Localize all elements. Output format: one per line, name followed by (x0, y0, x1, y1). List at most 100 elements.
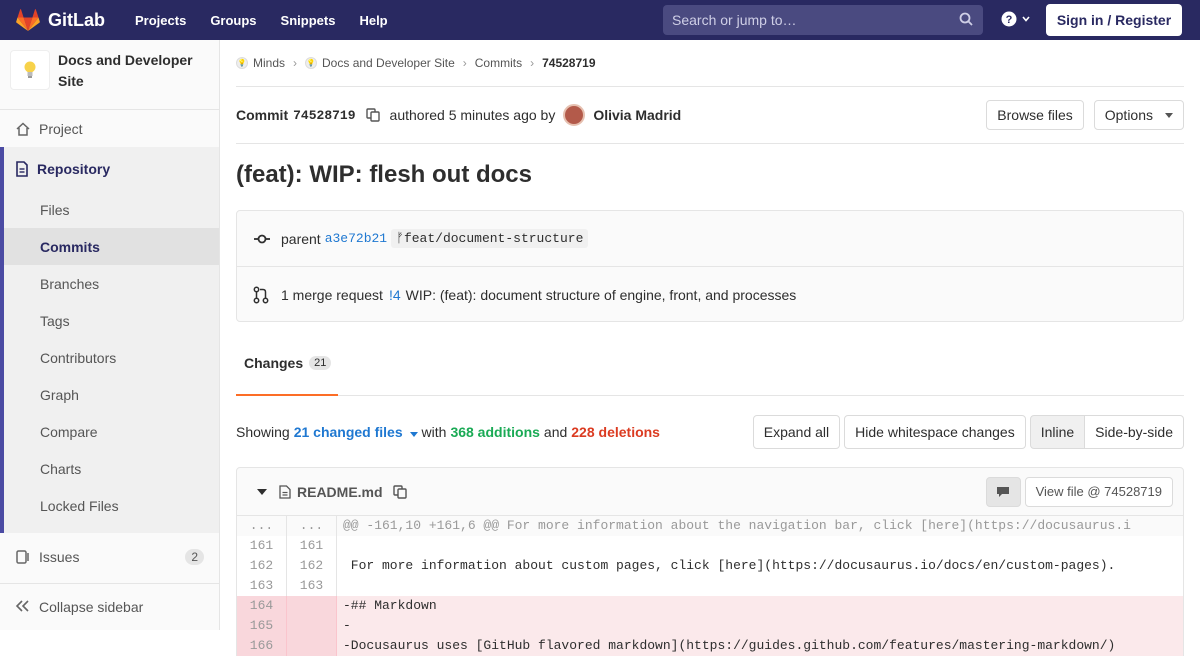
new-line-number[interactable]: ... (287, 516, 337, 536)
breadcrumb-group[interactable]: Minds (253, 56, 285, 70)
diff-line: 161 161 (237, 536, 1183, 556)
view-file-button[interactable]: View file @ 74528719 (1024, 476, 1173, 507)
collapse-sidebar-button[interactable]: Collapse sidebar (0, 583, 219, 630)
branch-label[interactable]: ᚠfeat/document-structure (391, 229, 589, 248)
with-label: with (421, 423, 447, 440)
new-line-number[interactable]: 162 (287, 556, 337, 576)
branch-name: feat/document-structure (403, 231, 584, 246)
new-line-number[interactable] (287, 636, 337, 656)
copy-path-icon[interactable] (392, 484, 407, 499)
main-content: 💡 Minds › 💡 Docs and Developer Site › Co… (236, 40, 1184, 656)
sidebar-item-label: Issues (39, 548, 80, 565)
old-line-number[interactable]: 164 (237, 596, 287, 616)
deletions-count: 228 deletions (571, 423, 660, 440)
author-avatar[interactable] (563, 104, 586, 126)
additions-count: 368 additions (450, 423, 540, 440)
sidebar-item-branches[interactable]: Branches (4, 265, 219, 302)
diff-line: 162 162 For more information about custom… (237, 556, 1183, 576)
inline-view-button[interactable]: Inline (1029, 414, 1086, 449)
commit-label: Commit (236, 107, 289, 123)
copy-icon[interactable] (365, 108, 380, 122)
parent-label: parent (281, 230, 321, 247)
old-line-number[interactable]: 165 (237, 616, 287, 636)
collapse-caret-icon[interactable] (257, 488, 267, 495)
new-line-number[interactable] (287, 596, 337, 616)
merge-request-link[interactable]: !4 (389, 287, 401, 303)
expand-all-button[interactable]: Expand all (752, 414, 841, 449)
project-avatar (10, 50, 50, 90)
diff-line: 165 - (237, 616, 1183, 636)
sidebar-item-label: Project (39, 120, 83, 137)
commit-info-box: parent a3e72b21 ᚠfeat/document-structure… (236, 210, 1184, 322)
diff-line-content: -## Markdown (337, 596, 1183, 616)
old-line-number[interactable]: 166 (237, 636, 287, 656)
search-placeholder: Search or jump to… (672, 12, 797, 28)
diff-line-content (337, 576, 1183, 596)
sidebar-item-compare[interactable]: Compare (4, 413, 219, 450)
merge-request-row: 1 merge request !4 WIP: (feat): document… (237, 267, 1183, 323)
merge-request-count: 1 merge request (281, 287, 383, 303)
changed-files-label: 21 changed files (293, 423, 403, 440)
search-input[interactable]: Search or jump to… (663, 5, 983, 35)
sidebar-repository-section: Repository Files Commits Branches Tags C… (0, 147, 219, 533)
new-line-number[interactable]: 161 (287, 536, 337, 556)
caret-down-icon (409, 431, 418, 437)
options-dropdown[interactable]: Options (1093, 100, 1184, 130)
gitlab-logo[interactable]: GitLab (16, 9, 105, 31)
file-name[interactable]: README.md (297, 484, 383, 500)
side-by-side-button[interactable]: Side-by-side (1085, 414, 1184, 449)
commit-parent-row: parent a3e72b21 ᚠfeat/document-structure (237, 211, 1183, 267)
breadcrumb: 💡 Minds › 💡 Docs and Developer Site › Co… (236, 40, 1184, 87)
breadcrumb-separator: › (462, 56, 467, 70)
breadcrumb-separator: › (293, 56, 298, 70)
sidebar-project-header[interactable]: Docs and Developer Site (0, 40, 219, 110)
hide-whitespace-button[interactable]: Hide whitespace changes (844, 414, 1026, 449)
browse-files-button[interactable]: Browse files (986, 100, 1084, 130)
tab-label: Changes (244, 355, 304, 371)
project-name: Docs and Developer Site (58, 50, 193, 92)
project-name-line2: Site (58, 73, 84, 89)
commit-header: Commit 74528719 authored 5 minutes ago b… (236, 87, 1184, 144)
comment-icon (997, 486, 1010, 497)
nav-groups[interactable]: Groups (210, 13, 256, 28)
options-label: Options (1104, 107, 1153, 123)
nav-projects[interactable]: Projects (135, 13, 186, 28)
sidebar-item-issues[interactable]: Issues 2 (0, 538, 219, 575)
old-line-number[interactable]: 163 (237, 576, 287, 596)
project-avatar-small: 💡 (305, 57, 318, 69)
breadcrumb-separator: › (530, 56, 535, 70)
branch-icon: ᚠ (396, 231, 404, 246)
new-line-number[interactable] (287, 616, 337, 636)
sidebar-item-charts[interactable]: Charts (4, 450, 219, 487)
breadcrumb-current[interactable]: 74528719 (542, 56, 595, 70)
help-dropdown[interactable]: ? (1001, 11, 1031, 27)
sidebar-item-files[interactable]: Files (4, 191, 219, 228)
old-line-number[interactable]: 161 (237, 536, 287, 556)
new-line-number[interactable]: 163 (287, 576, 337, 596)
sidebar-item-contributors[interactable]: Contributors (4, 339, 219, 376)
author-name[interactable]: Olivia Madrid (593, 107, 681, 123)
comments-toggle-button[interactable] (985, 476, 1021, 507)
breadcrumb-commits[interactable]: Commits (475, 56, 522, 70)
old-line-number[interactable]: ... (237, 516, 287, 536)
commit-sha: 74528719 (293, 107, 356, 123)
old-line-number[interactable]: 162 (237, 556, 287, 576)
changed-files-dropdown[interactable]: 21 changed files (294, 424, 418, 440)
nav-help[interactable]: Help (359, 13, 387, 28)
sidebar-item-tags[interactable]: Tags (4, 302, 219, 339)
sidebar-item-commits[interactable]: Commits (4, 228, 219, 265)
sidebar-item-locked-files[interactable]: Locked Files (4, 487, 219, 524)
nav-snippets[interactable]: Snippets (281, 13, 336, 28)
double-chevron-left-icon (15, 599, 29, 615)
diff-line-content: -Docusaurus uses [GitHub flavored markdo… (337, 636, 1183, 656)
sidebar-item-repository[interactable]: Repository (4, 147, 219, 191)
caret-down-icon (1165, 112, 1173, 118)
sidebar-item-project[interactable]: Project (0, 110, 219, 147)
parent-sha-link[interactable]: a3e72b21 (325, 231, 387, 246)
diff-line-content (337, 536, 1183, 556)
diff-table: ...... @@ -161,10 +161,6 @@ For more info… (236, 516, 1184, 656)
breadcrumb-project[interactable]: Docs and Developer Site (322, 56, 455, 70)
sidebar-item-graph[interactable]: Graph (4, 376, 219, 413)
tab-changes[interactable]: Changes 21 (236, 332, 338, 396)
sign-in-button[interactable]: Sign in / Register (1046, 4, 1182, 36)
